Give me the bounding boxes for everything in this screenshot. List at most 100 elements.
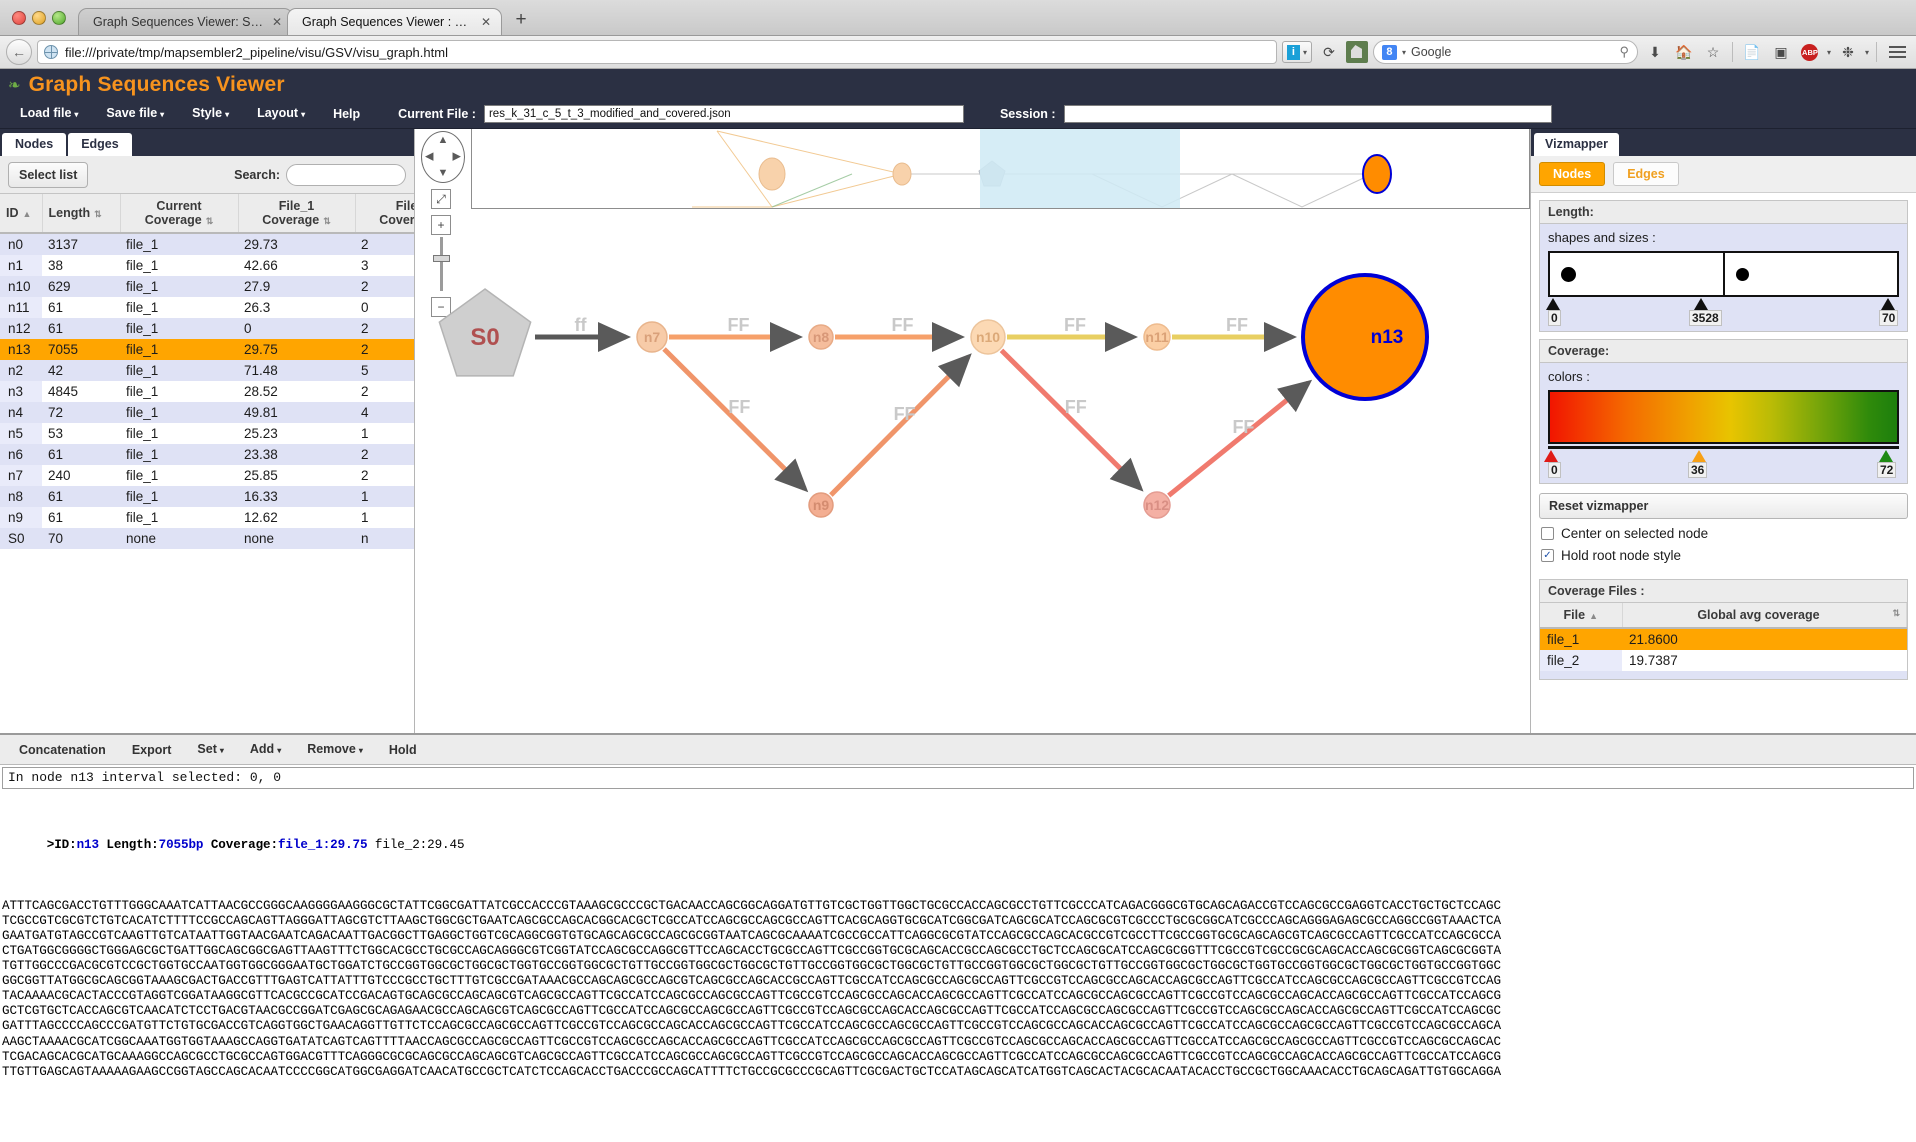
menu-icon[interactable] — [1884, 46, 1910, 58]
table-row[interactable]: n3 4845 file_1 28.52 2 — [0, 381, 414, 402]
table-row[interactable]: n11 61 file_1 26.3 0 — [0, 297, 414, 318]
graph-edge[interactable]: FF — [999, 348, 1144, 492]
pan-left-icon[interactable]: ◀ — [425, 151, 433, 163]
table-row[interactable]: n0 3137 file_1 29.73 2 — [0, 233, 414, 255]
graph-overview[interactable] — [471, 129, 1530, 209]
search-icon[interactable]: ⚲ — [1619, 44, 1629, 60]
session-input[interactable] — [1063, 105, 1552, 123]
tab-nodes[interactable]: Nodes — [2, 133, 67, 156]
node-table-scroll[interactable]: ID ▲ Length ⇅ Current Coverage ⇅ File_1 Cov… — [0, 194, 414, 733]
browser-tab-1[interactable]: Graph Sequences Viewer: Start... ✕ — [78, 8, 293, 35]
checkbox-center-on-selected[interactable] — [1541, 527, 1554, 540]
graph-edge[interactable]: FF — [662, 347, 809, 493]
graph-edge[interactable]: FF — [835, 315, 966, 352]
table-row[interactable]: n13 7055 file_1 29.75 2 — [0, 339, 414, 360]
adblock-icon[interactable]: ABP — [1798, 40, 1822, 64]
table-row[interactable]: n2 42 file_1 71.48 5 — [0, 360, 414, 381]
pan-down-icon[interactable]: ▼ — [438, 168, 449, 179]
coverage-gradient-bar[interactable] — [1548, 390, 1899, 444]
column-header-current-coverage[interactable]: Current Coverage ⇅ — [120, 194, 239, 234]
length-slider-handle-min[interactable] — [1546, 298, 1560, 310]
length-shape-strip[interactable] — [1548, 251, 1899, 297]
table-row[interactable]: n12 61 file_1 0 2 — [0, 318, 414, 339]
graph-node[interactable]: n10 — [970, 319, 1006, 355]
table-row[interactable]: file_1 21.8600 — [1540, 628, 1907, 650]
extension-icon[interactable] — [1345, 41, 1368, 63]
menu-load-file[interactable]: Load file ▾ — [6, 99, 92, 129]
checkbox-hold-root-style[interactable]: ✓ — [1541, 549, 1554, 562]
column-header-file2-coverage[interactable]: File_2 Coverage⇅ — [355, 194, 414, 234]
menu-add[interactable]: Add ▾ — [237, 734, 294, 766]
menu-help[interactable]: Help — [319, 100, 374, 129]
reload-icon[interactable]: ⟳ — [1317, 40, 1341, 64]
select-list-button[interactable]: Select list — [8, 161, 89, 188]
graph-canvas[interactable]: ff FF FF FF FF FF FF FF FF S0 n7 n8 n9 n10 n11 n12 n13 — [415, 211, 1530, 733]
length-slider-handle-mid[interactable] — [1694, 298, 1708, 310]
table-row[interactable]: n7 240 file_1 25.85 2 — [0, 465, 414, 486]
graph-panel[interactable]: ▲ ▼ ◀ ▶ ⤢ + − ff FF FF FF FF FF FF FF FF S0 n7 n8 n… — [415, 129, 1530, 733]
overview-viewport-highlight[interactable] — [980, 129, 1180, 208]
download-icon[interactable]: ⬇ — [1643, 40, 1667, 64]
column-header-file[interactable]: File ▲ — [1540, 603, 1623, 629]
length-slider-track[interactable] — [1546, 298, 1899, 310]
table-row[interactable]: n9 61 file_1 12.62 1 — [0, 507, 414, 528]
table-row[interactable]: file_2 19.7387 — [1540, 650, 1907, 671]
hold-root-node-style-row[interactable]: ✓ Hold root node style — [1541, 548, 1908, 563]
graph-edge[interactable]: FF — [1007, 315, 1139, 352]
vizmapper-edges-toggle[interactable]: Edges — [1613, 162, 1679, 186]
identity-button[interactable]: i ▾ — [1281, 41, 1312, 63]
tab-edges[interactable]: Edges — [68, 133, 132, 156]
column-header-length[interactable]: Length ⇅ — [42, 194, 121, 234]
search-input[interactable] — [286, 163, 406, 186]
length-slider-handle-max[interactable] — [1881, 298, 1895, 310]
menu-style[interactable]: Style ▾ — [178, 99, 243, 129]
table-row[interactable]: n5 53 file_1 25.23 1 — [0, 423, 414, 444]
coverage-slider-track[interactable] — [1544, 450, 1899, 462]
graph-node[interactable]: n9 — [808, 492, 834, 518]
browser-search-input[interactable]: 8 ▾ Google ⚲ — [1372, 40, 1638, 64]
coverage-slider-handle-max[interactable] — [1879, 450, 1893, 462]
graph-edge[interactable]: ff — [535, 315, 632, 352]
graph-edge[interactable]: FF — [669, 315, 804, 352]
tab-vizmapper[interactable]: Vizmapper — [1534, 133, 1619, 156]
table-row[interactable]: n1 38 file_1 42.66 3 — [0, 255, 414, 276]
chevron-down-icon[interactable]: ▾ — [1402, 48, 1406, 57]
current-file-input[interactable] — [483, 105, 964, 123]
pan-dial[interactable]: ▲ ▼ ◀ ▶ — [421, 131, 465, 183]
window-close-button[interactable] — [12, 11, 26, 25]
close-icon[interactable]: ✕ — [272, 9, 282, 35]
browser-tab-2[interactable]: Graph Sequences Viewer : Exp... ✕ — [287, 8, 502, 35]
coverage-slider-handle-mid[interactable] — [1692, 450, 1706, 462]
reading-list-icon[interactable]: 📄 — [1740, 40, 1764, 64]
length-shape-segment-2[interactable] — [1722, 253, 1898, 295]
graph-node[interactable]: n7 — [636, 321, 668, 353]
bookmark-star-icon[interactable]: ☆ — [1701, 40, 1725, 64]
menu-hold[interactable]: Hold — [376, 735, 430, 765]
table-row[interactable]: n6 61 file_1 23.38 2 — [0, 444, 414, 465]
url-input[interactable]: file:///private/tmp/mapsembler2_pipeline… — [37, 40, 1277, 64]
column-header-id[interactable]: ID ▲ — [0, 194, 43, 234]
graph-node[interactable]: S0 — [438, 288, 532, 377]
new-tab-button[interactable]: + — [508, 8, 534, 34]
table-row[interactable]: n8 61 file_1 16.33 1 — [0, 486, 414, 507]
menu-remove[interactable]: Remove ▾ — [294, 734, 376, 766]
graph-edge[interactable]: FF — [829, 353, 972, 497]
graph-edge[interactable]: FF — [1167, 379, 1313, 498]
fit-to-screen-icon[interactable]: ⤢ — [431, 189, 451, 209]
menu-set[interactable]: Set ▾ — [184, 734, 236, 766]
window-minimize-button[interactable] — [32, 11, 46, 25]
menu-layout[interactable]: Layout ▾ — [243, 99, 319, 129]
menu-concatenation[interactable]: Concatenation — [6, 735, 119, 765]
vizmapper-nodes-toggle[interactable]: Nodes — [1539, 162, 1606, 186]
window-maximize-button[interactable] — [52, 11, 66, 25]
graph-edge[interactable]: FF — [1172, 315, 1298, 352]
sequence-output[interactable]: >ID:n13 Length:7055bp Coverage:file_1:29… — [2, 793, 1916, 1110]
pan-up-icon[interactable]: ▲ — [438, 135, 449, 146]
menu-export[interactable]: Export — [119, 735, 185, 765]
home-icon[interactable]: 🏠 — [1672, 40, 1696, 64]
length-shape-segment-1[interactable] — [1550, 253, 1723, 295]
table-row[interactable]: n4 72 file_1 49.81 4 — [0, 402, 414, 423]
graph-node[interactable]: n13 — [1301, 273, 1429, 401]
table-row[interactable]: S0 70 none none n — [0, 528, 414, 549]
back-icon[interactable]: ← — [6, 39, 32, 65]
